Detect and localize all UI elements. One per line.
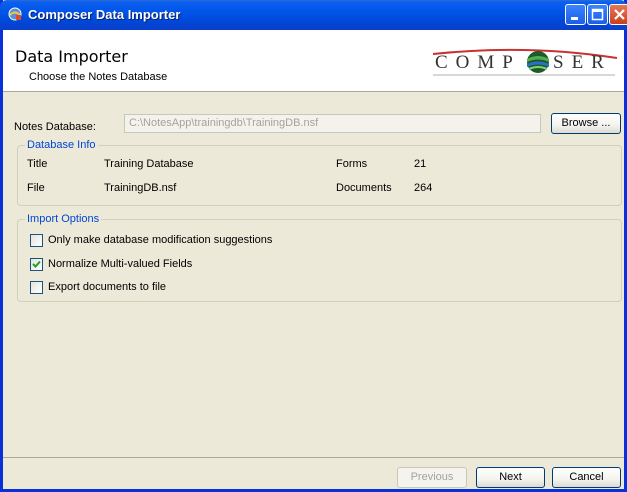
- page-title: Data Importer: [15, 47, 128, 66]
- checkbox[interactable]: [30, 234, 43, 247]
- wizard-header: Data Importer Choose the Notes Database …: [3, 30, 624, 92]
- title-value: Training Database: [104, 158, 194, 170]
- app-icon: [8, 7, 22, 21]
- forms-label: Forms: [336, 158, 368, 170]
- footer-divider: [3, 457, 624, 458]
- checkbox-label: Normalize Multi-valued Fields: [48, 258, 193, 270]
- title-label: Title: [27, 158, 48, 170]
- logo-text-left: COMP: [435, 52, 521, 73]
- importer-window: Composer Data Importer Data Importer Cho…: [0, 0, 627, 492]
- maximize-button[interactable]: [587, 4, 608, 25]
- documents-label: Documents: [336, 182, 392, 194]
- close-button[interactable]: [609, 4, 627, 25]
- documents-value: 264: [414, 182, 433, 194]
- checkbox-label: Export documents to file: [48, 281, 167, 293]
- title-bar[interactable]: Composer Data Importer: [0, 0, 627, 30]
- checkbox[interactable]: [30, 258, 43, 271]
- notes-database-label: Notes Database:: [14, 121, 96, 133]
- file-value: TrainingDB.nsf: [104, 182, 177, 194]
- globe-icon: [527, 51, 549, 73]
- maximize-icon: [591, 8, 604, 21]
- window-title: Composer Data Importer: [28, 7, 181, 22]
- database-info-legend: Database Info: [25, 139, 98, 151]
- import-options-group: Import Options Only make database modifi…: [17, 213, 622, 302]
- file-label: File: [27, 182, 45, 194]
- import-options-legend: Import Options: [25, 213, 102, 225]
- minimize-icon: [571, 17, 578, 20]
- page-subtitle: Choose the Notes Database: [29, 71, 168, 83]
- checkmark-icon: [32, 260, 41, 268]
- composer-logo: COMP SER: [427, 48, 621, 78]
- notes-database-path-field[interactable]: C:\NotesApp\trainingdb\TrainingDB.nsf: [124, 114, 541, 133]
- previous-button[interactable]: Previous: [397, 467, 467, 488]
- browse-button[interactable]: Browse ...: [551, 113, 621, 134]
- cancel-button[interactable]: Cancel: [552, 467, 621, 488]
- logo-text-right: SER: [553, 52, 612, 73]
- close-icon: [614, 9, 625, 20]
- minimize-button[interactable]: [565, 4, 586, 25]
- checkbox-label: Only make database modification suggesti…: [48, 234, 273, 246]
- next-button[interactable]: Next: [476, 467, 545, 488]
- database-info-group: Database Info Title Training Database Fo…: [17, 139, 622, 206]
- forms-value: 21: [414, 158, 427, 170]
- checkbox[interactable]: [30, 281, 43, 294]
